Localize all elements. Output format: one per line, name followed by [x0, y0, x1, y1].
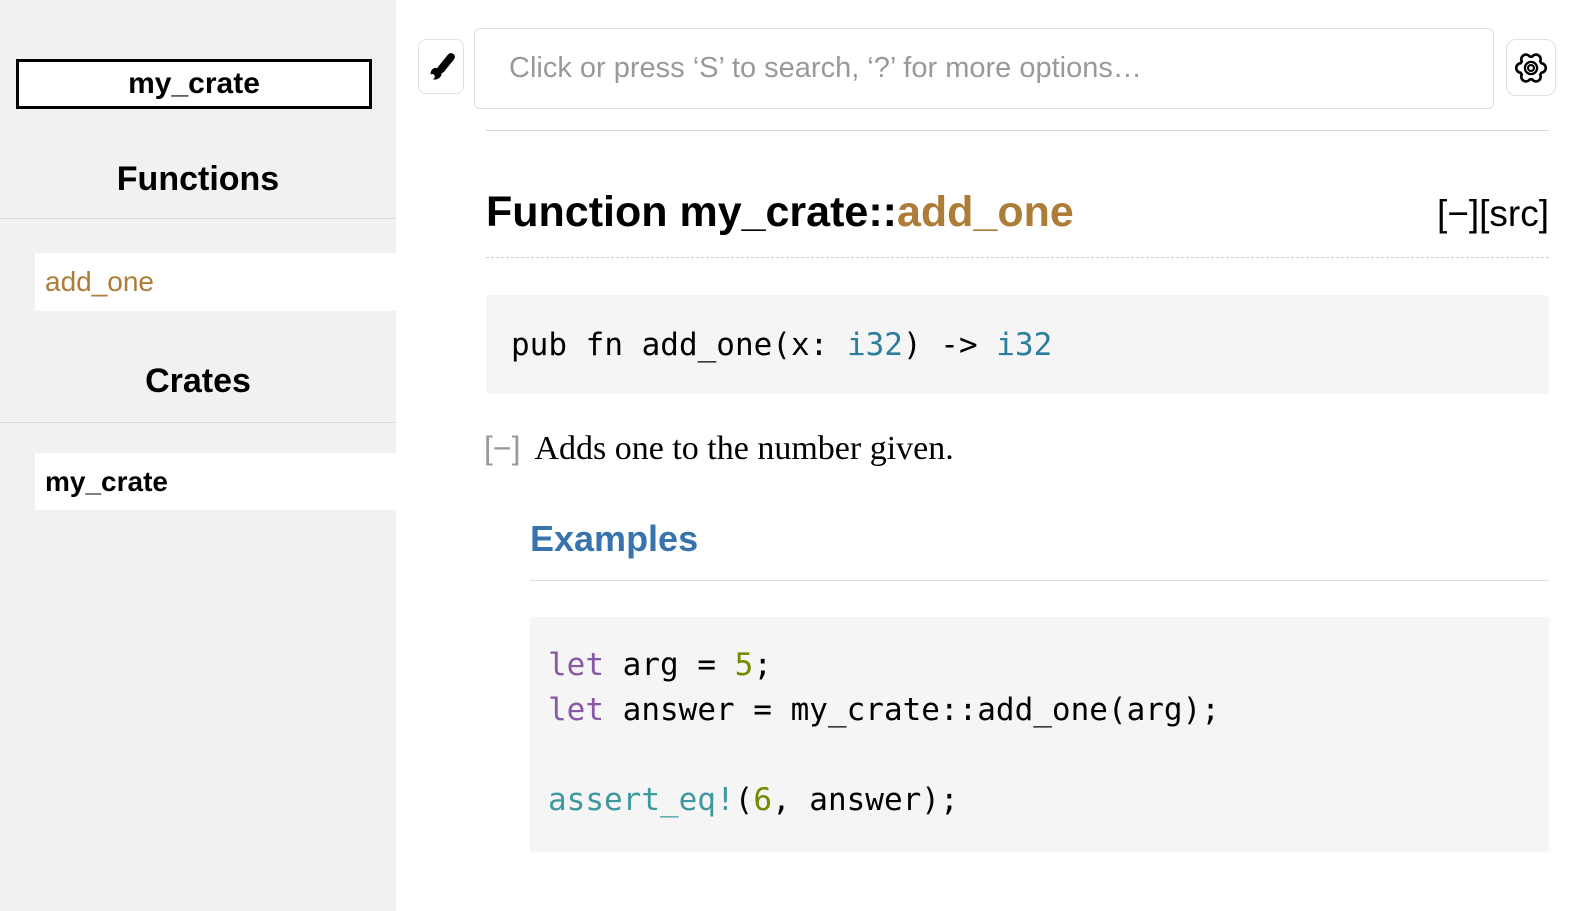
sidebar-item-label: my_crate	[45, 466, 168, 498]
search-input[interactable]	[474, 28, 1494, 109]
doc-summary: Adds one to the number given.	[534, 430, 953, 468]
settings-button[interactable]	[1506, 39, 1556, 96]
doc-collapse-toggle[interactable]: [−]	[484, 430, 520, 467]
example-code-block: let arg = 5;let answer = my_crate::add_o…	[530, 617, 1549, 852]
code-text: arg =	[604, 647, 735, 683]
code-text: answer = my_crate::add_one(arg);	[604, 692, 1220, 728]
code-line: let arg = 5;	[548, 643, 1549, 688]
code-keyword: let	[548, 647, 604, 683]
sidebar-item-my-crate[interactable]: my_crate	[35, 453, 396, 510]
sidebar-divider	[0, 422, 396, 423]
crate-title-box[interactable]: my_crate	[16, 59, 372, 109]
sidebar-item-add-one[interactable]: add_one	[35, 253, 396, 311]
code-line: assert_eq!(6, answer);	[548, 778, 1549, 823]
code-line-blank	[548, 733, 1549, 778]
search-divider	[486, 130, 1549, 131]
code-text: (	[735, 782, 754, 818]
docblock: [−] Adds one to the number given.	[484, 430, 1549, 468]
sidebar-heading-functions: Functions	[0, 160, 396, 199]
code-text: , answer);	[772, 782, 959, 818]
examples-heading[interactable]: Examples	[530, 518, 1549, 581]
function-name: add_one	[897, 188, 1074, 236]
src-link[interactable]: [src]	[1479, 193, 1549, 234]
signature-arrow: ) ->	[903, 327, 996, 363]
code-number: 6	[753, 782, 772, 818]
code-line: let answer = my_crate::add_one(arg);	[548, 688, 1549, 733]
code-number: 5	[735, 647, 754, 683]
sidebar-item-label: add_one	[45, 266, 154, 298]
primitive-link-i32[interactable]: i32	[996, 327, 1052, 363]
code-keyword: let	[548, 692, 604, 728]
gear-icon	[1510, 47, 1552, 89]
title-prefix: Function my_crate::	[486, 188, 897, 236]
theme-picker-button[interactable]	[418, 39, 464, 94]
sidebar: my_crate Functions add_one Crates my_cra…	[0, 0, 396, 911]
paintbrush-icon	[424, 50, 458, 84]
signature-lead: pub fn add_one(x:	[511, 327, 847, 363]
code-text: ;	[753, 647, 772, 683]
code-macro: assert_eq!	[548, 782, 735, 818]
crate-title: my_crate	[128, 67, 260, 101]
sidebar-heading-crates: Crates	[0, 362, 396, 401]
out-of-band: [−][src]	[1437, 193, 1549, 235]
page-title-row: Function my_crate::add_one [−][src]	[486, 188, 1549, 258]
sidebar-divider	[0, 218, 396, 219]
function-signature: pub fn add_one(x: i32) -> i32	[486, 295, 1549, 394]
collapse-all-toggle[interactable]: [−]	[1437, 193, 1479, 234]
primitive-link-i32[interactable]: i32	[847, 327, 903, 363]
page-title: Function my_crate::add_one	[486, 188, 1074, 237]
